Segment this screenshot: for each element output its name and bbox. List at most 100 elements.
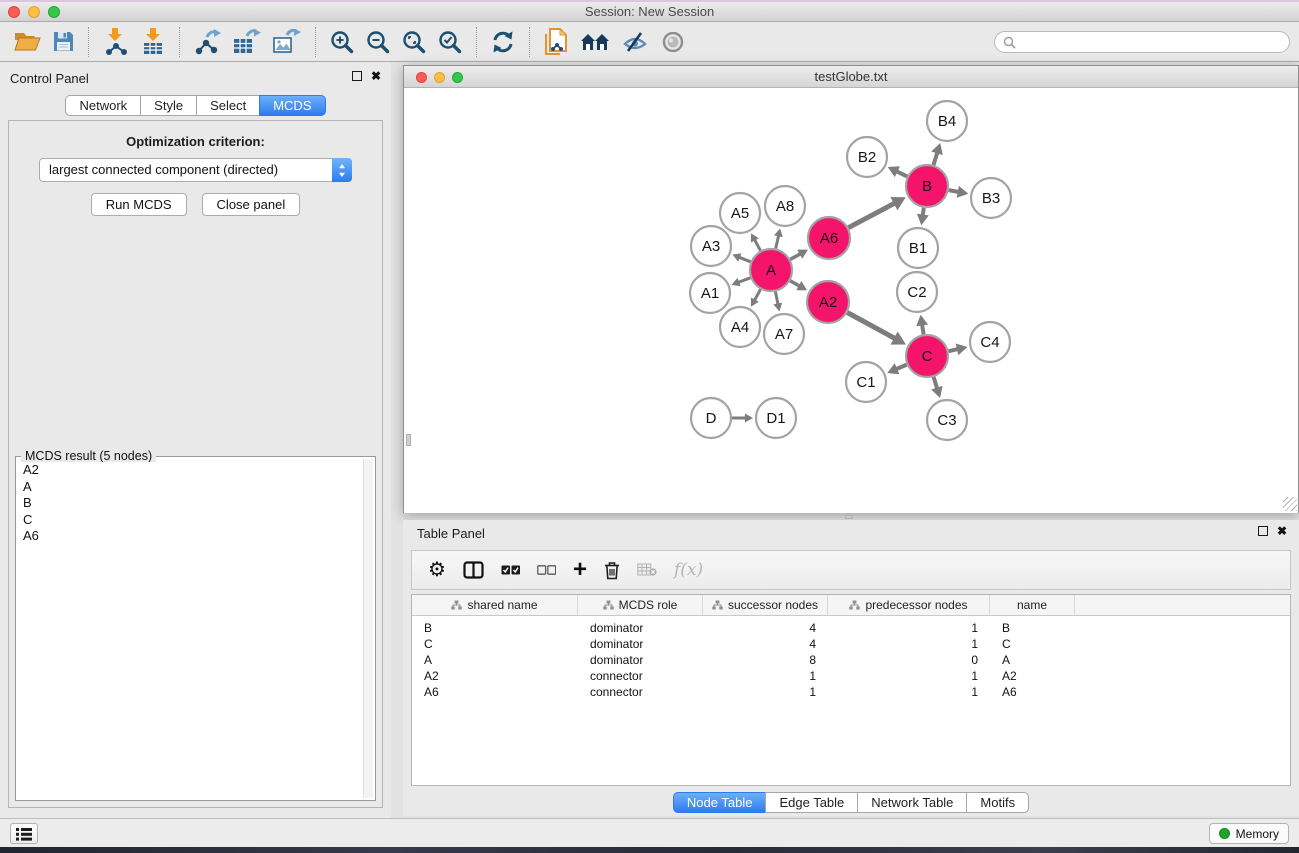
column-header-successor-nodes[interactable]: successor nodes: [703, 595, 828, 615]
import-table-button[interactable]: [135, 26, 171, 57]
node-B2[interactable]: B2: [847, 137, 887, 177]
table-row-A2[interactable]: A2connector11A2: [412, 668, 1290, 684]
deselect-all-button[interactable]: [537, 565, 556, 575]
tab-node-table[interactable]: Node Table: [673, 792, 767, 813]
run-mcds-button[interactable]: Run MCDS: [91, 193, 187, 216]
table-row-A6[interactable]: A6connector11A6: [412, 684, 1290, 700]
close-window-button[interactable]: [8, 6, 20, 18]
table-row-B[interactable]: Bdominator41B: [412, 620, 1290, 636]
export-image-button[interactable]: [267, 27, 307, 57]
zoom-in-button[interactable]: [324, 28, 360, 56]
tab-mcds[interactable]: MCDS: [259, 95, 325, 116]
minimize-network-window-button[interactable]: [434, 72, 445, 83]
panel-splitter-handle[interactable]: [406, 434, 411, 446]
column-header-shared-name[interactable]: shared name: [412, 595, 578, 615]
table-row-A[interactable]: Adominator80A: [412, 652, 1290, 668]
column-header-name[interactable]: name: [990, 595, 1075, 615]
tab-network-table[interactable]: Network Table: [857, 792, 967, 813]
column-header-predecessor-nodes[interactable]: predecessor nodes: [828, 595, 990, 615]
table-row-C[interactable]: Cdominator41C: [412, 636, 1290, 652]
window-resize-grip[interactable]: [1283, 497, 1297, 511]
save-session-button[interactable]: [47, 29, 80, 54]
node-A3[interactable]: A3: [691, 226, 731, 266]
node-A2[interactable]: A2: [807, 281, 849, 323]
result-item[interactable]: A: [18, 479, 362, 496]
show-view-button[interactable]: [654, 30, 692, 54]
search-field[interactable]: [994, 31, 1290, 53]
zoom-out-button[interactable]: [360, 28, 396, 56]
zoom-fit-button[interactable]: [396, 28, 432, 56]
node-A6[interactable]: A6: [808, 217, 850, 259]
zoom-selected-button[interactable]: [432, 28, 468, 56]
hide-details-icon: [622, 30, 648, 54]
node-A[interactable]: A: [750, 249, 792, 291]
select-all-button[interactable]: [501, 565, 520, 575]
delete-column-button[interactable]: [604, 561, 620, 580]
node-C3[interactable]: C3: [927, 400, 967, 440]
node-A8[interactable]: A8: [765, 186, 805, 226]
criterion-dropdown[interactable]: largest connected component (directed): [39, 158, 352, 182]
node-C[interactable]: C: [906, 335, 948, 377]
result-item[interactable]: A2: [18, 462, 362, 479]
minimize-window-button[interactable]: [28, 6, 40, 18]
svg-text:A7: A7: [775, 326, 793, 343]
export-network-button[interactable]: [188, 27, 227, 57]
node-C2[interactable]: C2: [897, 272, 937, 312]
zoom-network-window-button[interactable]: [452, 72, 463, 83]
float-table-panel-button[interactable]: [1258, 526, 1268, 536]
search-input[interactable]: [1021, 35, 1281, 49]
toolbar-separator: [88, 27, 89, 57]
status-bar: Memory: [0, 818, 1299, 847]
tab-motifs[interactable]: Motifs: [966, 792, 1029, 813]
node-A7[interactable]: A7: [764, 314, 804, 354]
tab-select[interactable]: Select: [196, 95, 260, 116]
table-settings-button[interactable]: ⚙: [428, 560, 446, 580]
float-panel-button[interactable]: [352, 71, 362, 81]
result-item[interactable]: C: [18, 512, 362, 529]
delete-table-button[interactable]: [637, 563, 657, 577]
export-table-button[interactable]: [227, 27, 267, 57]
hide-graphics-details-button[interactable]: [616, 28, 654, 56]
network-canvas[interactable]: B4 B2 B B3 A5 A8 A6 A3 B1 A A1 C2 A2 A4 A7 C4 C C1 C3 D D1: [404, 88, 1298, 513]
node-B3[interactable]: B3: [971, 178, 1011, 218]
memory-button[interactable]: Memory: [1209, 823, 1289, 844]
close-network-window-button[interactable]: [416, 72, 427, 83]
column-header-mcds-role[interactable]: MCDS role: [578, 595, 703, 615]
node-C1[interactable]: C1: [846, 362, 886, 402]
import-network-button[interactable]: [97, 26, 135, 57]
node-A5[interactable]: A5: [720, 193, 760, 233]
svg-text:C3: C3: [937, 412, 956, 429]
refresh-layout-button[interactable]: [485, 28, 521, 56]
result-scrollbar[interactable]: [363, 459, 373, 798]
node-D1[interactable]: D1: [756, 398, 796, 438]
node-B1[interactable]: B1: [898, 228, 938, 268]
tab-style[interactable]: Style: [140, 95, 197, 116]
show-panels-button[interactable]: [10, 823, 38, 844]
close-panel-button[interactable]: Close panel: [202, 193, 301, 216]
svg-text:A8: A8: [776, 198, 794, 215]
home-pages-button[interactable]: [574, 29, 616, 55]
network-file-icon: [544, 28, 568, 56]
node-B4[interactable]: B4: [927, 101, 967, 141]
desktop-background: [0, 847, 1299, 853]
horizontal-splitter-handle[interactable]: [845, 515, 853, 519]
zoom-window-button[interactable]: [48, 6, 60, 18]
node-B[interactable]: B: [906, 165, 948, 207]
node-A1[interactable]: A1: [690, 273, 730, 313]
network-file-button[interactable]: [538, 26, 574, 58]
tab-edge-table[interactable]: Edge Table: [765, 792, 858, 813]
node-D[interactable]: D: [691, 398, 731, 438]
memory-label: Memory: [1236, 827, 1279, 841]
node-C4[interactable]: C4: [970, 322, 1010, 362]
node-A4[interactable]: A4: [720, 307, 760, 347]
create-column-button[interactable]: +: [573, 560, 587, 580]
show-columns-button[interactable]: [463, 561, 484, 579]
result-item[interactable]: B: [18, 495, 362, 512]
window-title: Session: New Session: [0, 2, 1299, 21]
close-table-panel-button[interactable]: ✖: [1277, 526, 1287, 536]
result-item[interactable]: A6: [18, 528, 362, 545]
function-builder-button[interactable]: f(x): [674, 560, 703, 580]
open-file-button[interactable]: [8, 28, 47, 55]
tab-network[interactable]: Network: [65, 95, 141, 116]
close-panel-button[interactable]: ✖: [371, 71, 381, 81]
